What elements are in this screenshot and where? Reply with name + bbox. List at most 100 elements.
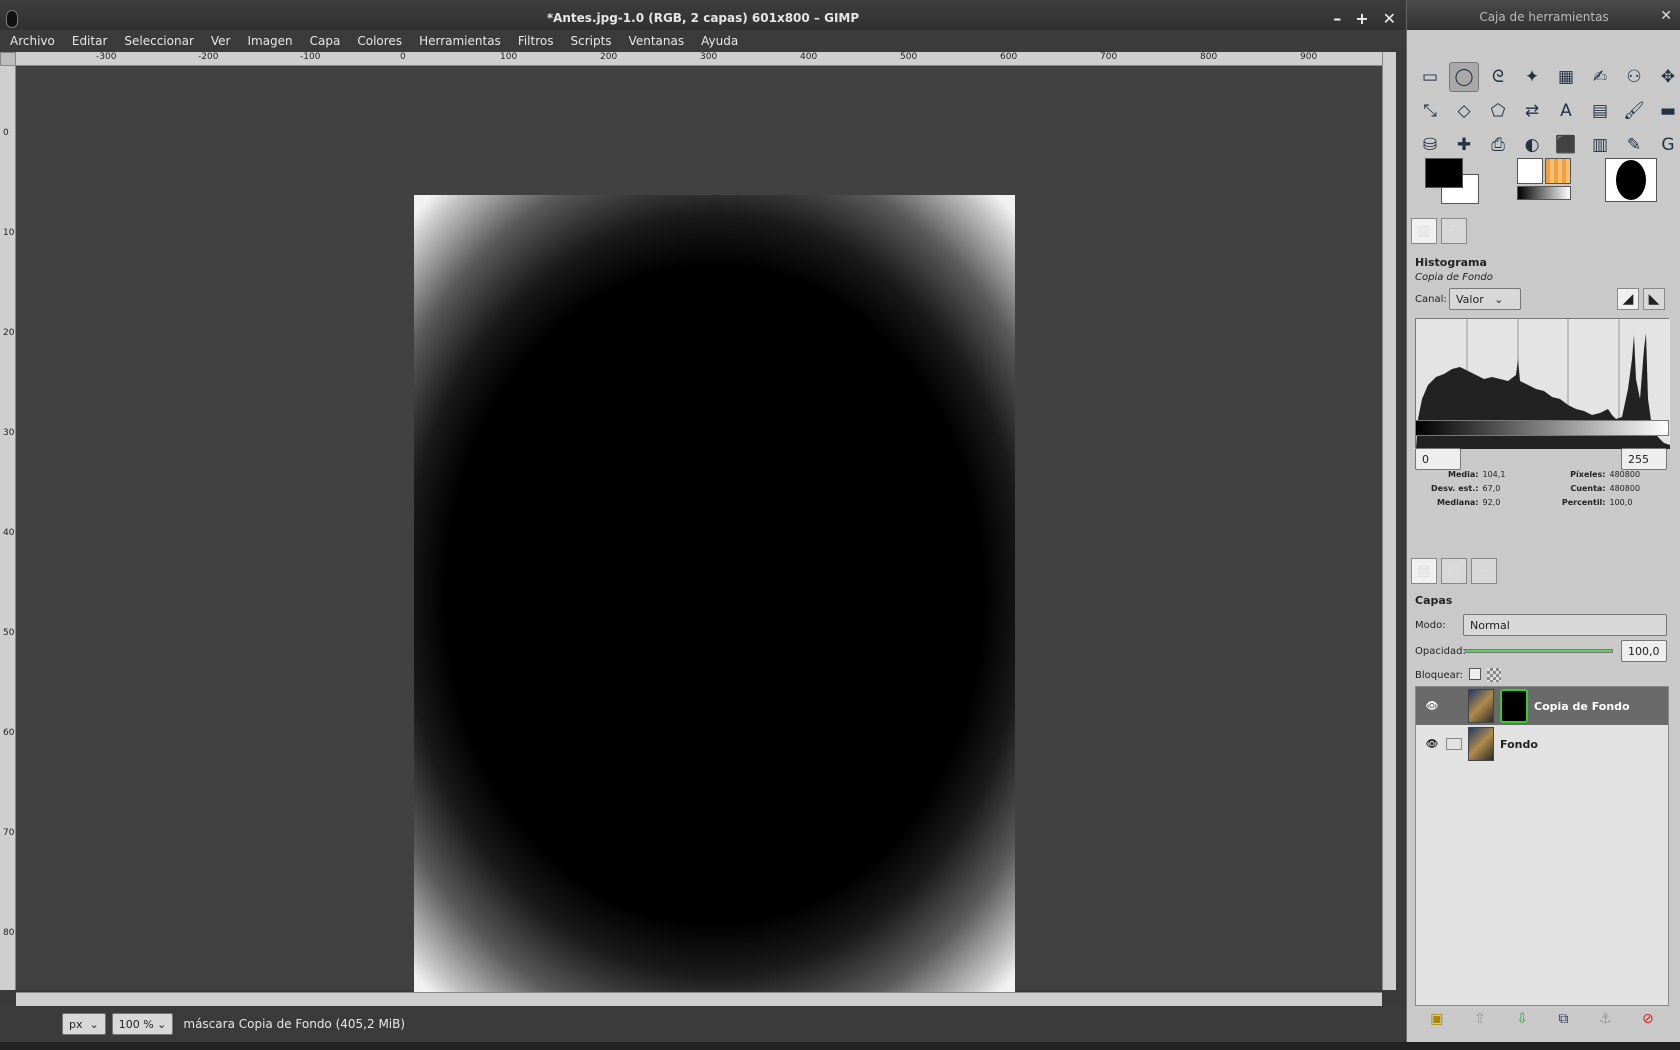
histogram-tabs: ▥ ↶: [1411, 218, 1467, 248]
hruler-label: 900: [1300, 52, 1318, 62]
eraser-tool-icon[interactable]: ▬: [1653, 96, 1680, 126]
stat-value: 104,1: [1482, 470, 1506, 479]
layer-row[interactable]: 👁 Copia de Fondo: [1416, 687, 1668, 725]
lock-pixels-checkbox[interactable]: [1469, 668, 1481, 680]
menu-capa[interactable]: Capa: [310, 34, 341, 48]
delete-layer-icon[interactable]: ⊘: [1642, 1011, 1654, 1027]
image-canvas[interactable]: [16, 66, 1382, 995]
hruler-label: 800: [1200, 52, 1218, 62]
menu-filtros[interactable]: Filtros: [518, 34, 554, 48]
move-tool-icon[interactable]: ✥: [1653, 62, 1680, 92]
dodge-burn-tool-icon[interactable]: ⬛: [1551, 130, 1581, 160]
vertical-ruler[interactable]: 0 100 200 300 400 500 600 700 800: [0, 66, 16, 990]
histogram-max-input[interactable]: 255: [1621, 448, 1667, 470]
free-select-tool-icon[interactable]: ᘓ: [1483, 62, 1513, 92]
heal-tool-icon[interactable]: ✚: [1449, 130, 1479, 160]
histogram-min-input[interactable]: 0: [1415, 448, 1461, 470]
fuzzy-select-tool-icon[interactable]: ✦: [1517, 62, 1547, 92]
menu-ventanas[interactable]: Ventanas: [629, 34, 685, 48]
zoom-value: 100 %: [118, 1017, 154, 1031]
horizontal-ruler[interactable]: -300 -200 -100 0 100 200 300 400 500 600…: [16, 52, 1390, 66]
stat-value: 92,0: [1482, 498, 1501, 507]
anchor-layer-icon[interactable]: ⚓: [1599, 1011, 1612, 1027]
vruler-label: 100: [3, 228, 15, 238]
mask-thumbnail[interactable]: [1500, 689, 1528, 723]
layers-title: Capas: [1415, 594, 1453, 607]
layer-row[interactable]: 👁 Fondo: [1416, 725, 1668, 763]
select-by-color-tool-icon[interactable]: ▦: [1551, 62, 1581, 92]
linear-histogram-icon[interactable]: ◢: [1617, 288, 1639, 310]
opacity-input[interactable]: 100,0: [1621, 640, 1667, 662]
layer-thumbnail: [1468, 727, 1494, 761]
paths-tool-icon[interactable]: ⚇: [1619, 62, 1649, 92]
histogram-range-bar[interactable]: [1415, 420, 1669, 436]
channel-select[interactable]: Valor ⌄: [1449, 288, 1521, 310]
zoom-select[interactable]: 100 % ⌄: [111, 1013, 174, 1035]
unit-select[interactable]: px ⌄: [62, 1013, 106, 1035]
lower-layer-icon[interactable]: ⇩: [1516, 1011, 1528, 1027]
gradient-preview[interactable]: [1517, 186, 1571, 200]
eye-icon[interactable]: 👁: [1424, 701, 1440, 712]
menu-ver[interactable]: Ver: [211, 34, 231, 48]
close-icon[interactable]: ✕: [1660, 8, 1672, 24]
log-histogram-icon[interactable]: ◣: [1643, 288, 1665, 310]
menu-herramientas[interactable]: Herramientas: [419, 34, 501, 48]
horizontal-scrollbar[interactable]: [16, 992, 1382, 1006]
shear-tool-icon[interactable]: ◇: [1449, 96, 1479, 126]
chevron-down-icon: ⌄: [89, 1017, 99, 1031]
blend-tool-icon[interactable]: ▤: [1585, 96, 1615, 126]
layer-mask-image[interactable]: [414, 195, 1015, 995]
menu-colores[interactable]: Colores: [357, 34, 402, 48]
duplicate-layer-icon[interactable]: ⧉: [1558, 1011, 1568, 1027]
raise-layer-icon[interactable]: ⇧: [1474, 1011, 1486, 1027]
active-image-preview[interactable]: [1605, 158, 1657, 202]
chain-icon[interactable]: [1446, 738, 1462, 750]
maximize-button[interactable]: +: [1355, 9, 1368, 28]
menu-imagen[interactable]: Imagen: [247, 34, 292, 48]
smudge-tool-icon[interactable]: ◐: [1517, 130, 1547, 160]
mode-select[interactable]: Normal: [1463, 614, 1667, 636]
eye-icon[interactable]: 👁: [1424, 739, 1440, 750]
curves-tool-icon[interactable]: ✎: [1619, 130, 1649, 160]
opacity-slider[interactable]: [1465, 649, 1613, 653]
levels-tool-icon[interactable]: ▥: [1585, 130, 1615, 160]
fg-bg-colors[interactable]: [1425, 158, 1479, 206]
minimize-button[interactable]: –: [1333, 9, 1341, 28]
status-bar: px ⌄ 100 % ⌄ máscara Copia de Fondo (405…: [0, 1006, 1406, 1042]
vertical-scrollbar[interactable]: [1382, 52, 1396, 990]
paintbrush-tool-icon[interactable]: 🖌: [1619, 96, 1649, 126]
menu-ayuda[interactable]: Ayuda: [701, 34, 738, 48]
histogram-panel: Histograma Copia de Fondo Canal: Valor ⌄…: [1411, 252, 1677, 552]
flip-tool-icon[interactable]: ⇄: [1517, 96, 1547, 126]
ellipse-select-tool-icon[interactable]: ◯: [1449, 62, 1479, 92]
scale-tool-icon[interactable]: ⤡: [1415, 96, 1445, 126]
brush-preview[interactable]: [1517, 158, 1543, 184]
menu-archivo[interactable]: Archivo: [10, 34, 55, 48]
foreground-color-swatch[interactable]: [1425, 158, 1463, 188]
paths-tab-icon[interactable]: ⌁: [1471, 558, 1497, 584]
pattern-preview[interactable]: [1545, 158, 1571, 184]
scissors-tool-icon[interactable]: ✍: [1585, 62, 1615, 92]
channels-tab-icon[interactable]: ▧: [1441, 558, 1467, 584]
channel-value: Valor: [1456, 292, 1484, 306]
perspective-clone-tool-icon[interactable]: ⎙: [1483, 130, 1513, 160]
menu-seleccionar[interactable]: Seleccionar: [124, 34, 193, 48]
lock-alpha-icon[interactable]: [1487, 668, 1501, 682]
undo-history-tab-icon[interactable]: ↶: [1441, 218, 1467, 244]
ruler-corner[interactable]: [0, 52, 16, 66]
layers-tab-icon[interactable]: ▤: [1411, 558, 1437, 584]
histogram-title: Histograma: [1415, 256, 1487, 269]
vruler-label: 800: [3, 928, 15, 938]
new-layer-icon[interactable]: ▣: [1430, 1011, 1443, 1027]
stat-value: 67,0: [1482, 484, 1501, 493]
rect-select-tool-icon[interactable]: ▭: [1415, 62, 1445, 92]
mode-value: Normal: [1470, 618, 1510, 632]
perspective-tool-icon[interactable]: ⬠: [1483, 96, 1513, 126]
close-button[interactable]: ✕: [1383, 9, 1396, 28]
gegl-tool-icon[interactable]: G: [1653, 130, 1680, 160]
menu-editar[interactable]: Editar: [72, 34, 108, 48]
menu-scripts[interactable]: Scripts: [570, 34, 611, 48]
clone-tool-icon[interactable]: ⛁: [1415, 130, 1445, 160]
text-tool-icon[interactable]: A: [1551, 96, 1581, 126]
histogram-tab-icon[interactable]: ▥: [1411, 218, 1437, 244]
